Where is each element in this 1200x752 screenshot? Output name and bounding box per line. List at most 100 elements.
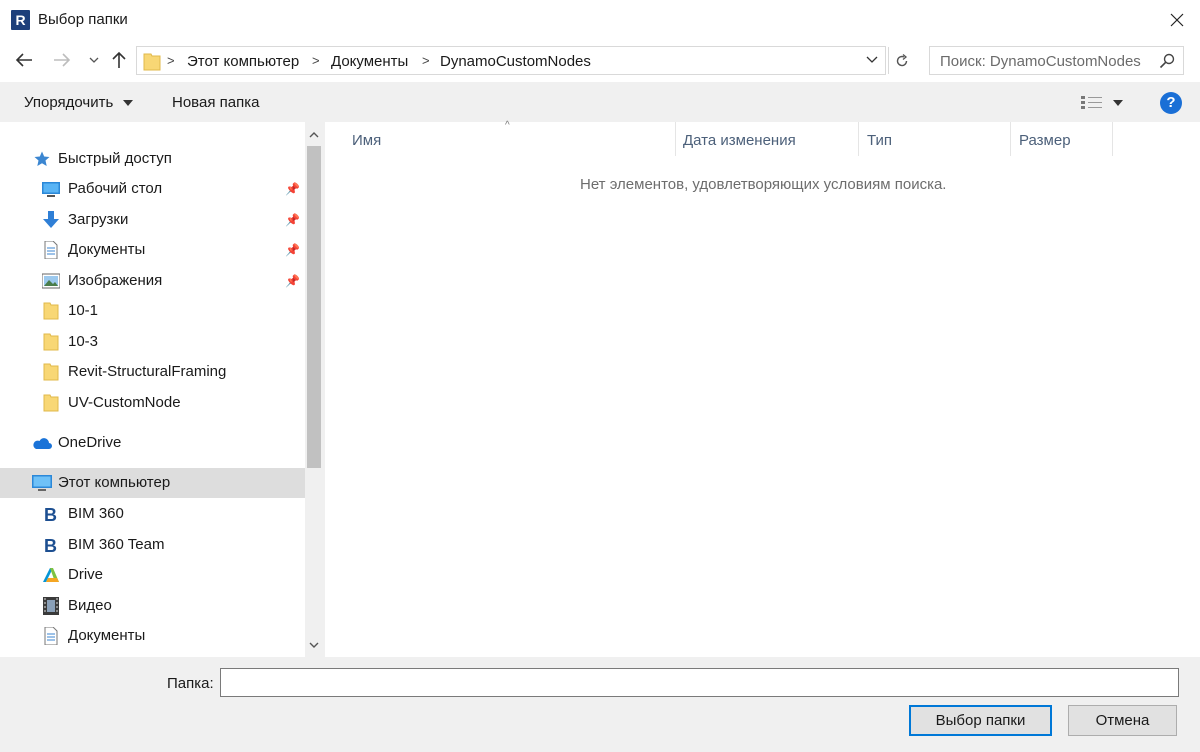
new-folder-button[interactable]: Новая папка [172,94,259,111]
search-icon [1159,53,1175,72]
select-folder-button[interactable]: Выбор папки [909,705,1052,736]
bim360-icon: B [44,505,57,523]
sidebar-item-bim360[interactable]: B BIM 360 [0,500,305,528]
view-options-icon[interactable] [1081,95,1103,112]
sidebar-item-videos[interactable]: Видео [0,592,305,620]
chevron-up-icon [309,131,319,137]
sidebar-item-label: Видео [68,597,112,614]
sidebar-item-label: Загрузки [68,211,129,228]
pin-icon[interactable]: 📌 [285,274,300,288]
sidebar-item-downloads[interactable]: Загрузки 📌 [0,206,305,234]
star-icon [34,151,50,166]
forward-button[interactable] [52,50,72,70]
chevron-right-icon: > [422,53,430,68]
cancel-button[interactable]: Отмена [1068,705,1177,736]
close-button[interactable] [1154,0,1200,40]
autodesk-drive-icon [43,568,59,582]
organize-label: Упорядочить [24,94,114,111]
onedrive-cloud-icon [33,438,52,449]
sidebar-item-label: Документы [68,627,146,644]
folder-icon [43,302,59,320]
folder-icon [43,333,59,351]
folder-icon [43,394,59,412]
caret-down-icon [1113,100,1123,106]
sidebar-item-label: OneDrive [58,434,122,451]
window-title: Выбор папки [38,11,128,28]
navigation-pane-scrollbar[interactable] [305,122,323,657]
document-icon [44,241,58,259]
breadcrumb-documents[interactable]: Документы [331,53,408,70]
scroll-down-button[interactable] [305,636,323,654]
chevron-down-icon [309,642,319,648]
arrow-left-icon [15,53,32,67]
up-button[interactable] [109,50,129,70]
column-header-name[interactable]: ^ Имя [325,120,676,156]
folder-name-field[interactable] [220,668,1179,697]
sidebar-item-label: Документы [68,241,146,258]
arrow-right-icon [54,53,71,67]
refresh-button[interactable] [888,47,914,74]
scroll-thumb[interactable] [307,146,321,468]
address-bar[interactable]: > Этот компьютер > Документы > DynamoCus… [136,46,886,75]
pin-icon[interactable]: 📌 [285,182,300,196]
desktop-icon [42,182,60,197]
sidebar-item-this-pc[interactable]: Этот компьютер [0,468,305,498]
chevron-right-icon: > [167,53,175,68]
recent-locations-button[interactable] [84,50,104,70]
help-icon[interactable]: ? [1160,92,1182,114]
breadcrumb-this-pc[interactable]: Этот компьютер [187,53,299,70]
sidebar-item-drive[interactable]: Drive [0,561,305,589]
svg-text:B: B [44,505,57,523]
empty-folder-message: Нет элементов, удовлетворяющих условиям … [580,176,947,193]
sidebar-item-quick-access[interactable]: Быстрый доступ [0,145,305,173]
caret-down-icon [123,100,134,107]
sidebar-item-label: UV-CustomNode [68,394,181,411]
search-input[interactable]: Поиск: DynamoCustomNodes [929,46,1184,75]
refresh-icon [896,53,907,66]
scroll-up-button[interactable] [305,125,323,143]
chevron-right-icon: > [312,53,320,68]
sidebar-item-folder-10-3[interactable]: 10-3 [0,328,305,356]
organize-menu[interactable]: Упорядочить [24,94,134,111]
revit-app-icon: R [11,10,30,30]
pin-icon[interactable]: 📌 [285,243,300,257]
download-icon [43,211,59,228]
sidebar-item-label: 10-3 [68,333,99,350]
sidebar-item-folder-10-1[interactable]: 10-1 [0,297,305,325]
sidebar-item-label: Рабочий стол [68,180,163,197]
chevron-down-icon [89,57,99,63]
view-options-dropdown[interactable] [1113,98,1123,109]
sidebar-item-pc-documents[interactable]: Документы [0,622,305,650]
sidebar-item-desktop[interactable]: Рабочий стол 📌 [0,175,305,203]
chevron-down-icon [866,56,878,63]
sidebar-item-label: Изображения [68,272,163,289]
close-icon [1170,13,1184,27]
file-list: ^ Имя Дата изменения Тип Размер Нет элем… [325,120,1200,657]
column-header-date[interactable]: Дата изменения [676,122,859,156]
document-icon [44,627,58,645]
back-button[interactable] [14,50,34,70]
sidebar-item-bim360-team[interactable]: B BIM 360 Team [0,531,305,559]
folder-field-label: Папка: [167,675,214,692]
sidebar-item-folder-revit-structural-framing[interactable]: Revit-StructuralFraming [0,358,305,386]
folder-icon [143,51,161,74]
sidebar-item-label: BIM 360 Team [68,536,165,553]
pictures-icon [42,273,60,289]
sidebar-item-onedrive[interactable]: OneDrive [0,429,305,457]
column-header-size[interactable]: Размер [1011,122,1113,156]
bim360-icon: B [44,536,57,554]
sidebar-item-pictures[interactable]: Изображения 📌 [0,267,305,295]
sidebar-item-label: BIM 360 [68,505,124,522]
arrow-up-icon [112,51,126,68]
sidebar-item-folder-uv-customnode[interactable]: UV-CustomNode [0,389,305,417]
video-icon [43,597,59,615]
sidebar-item-documents[interactable]: Документы 📌 [0,236,305,264]
address-history-button[interactable] [862,50,882,70]
sort-ascending-icon: ^ [505,120,510,131]
search-placeholder: Поиск: DynamoCustomNodes [940,53,1141,70]
column-header-type[interactable]: Тип [859,122,1011,156]
pin-icon[interactable]: 📌 [285,213,300,227]
breadcrumb-current-folder[interactable]: DynamoCustomNodes [440,53,591,70]
command-bar: Упорядочить Новая папка [0,82,1200,122]
computer-icon [32,475,52,491]
